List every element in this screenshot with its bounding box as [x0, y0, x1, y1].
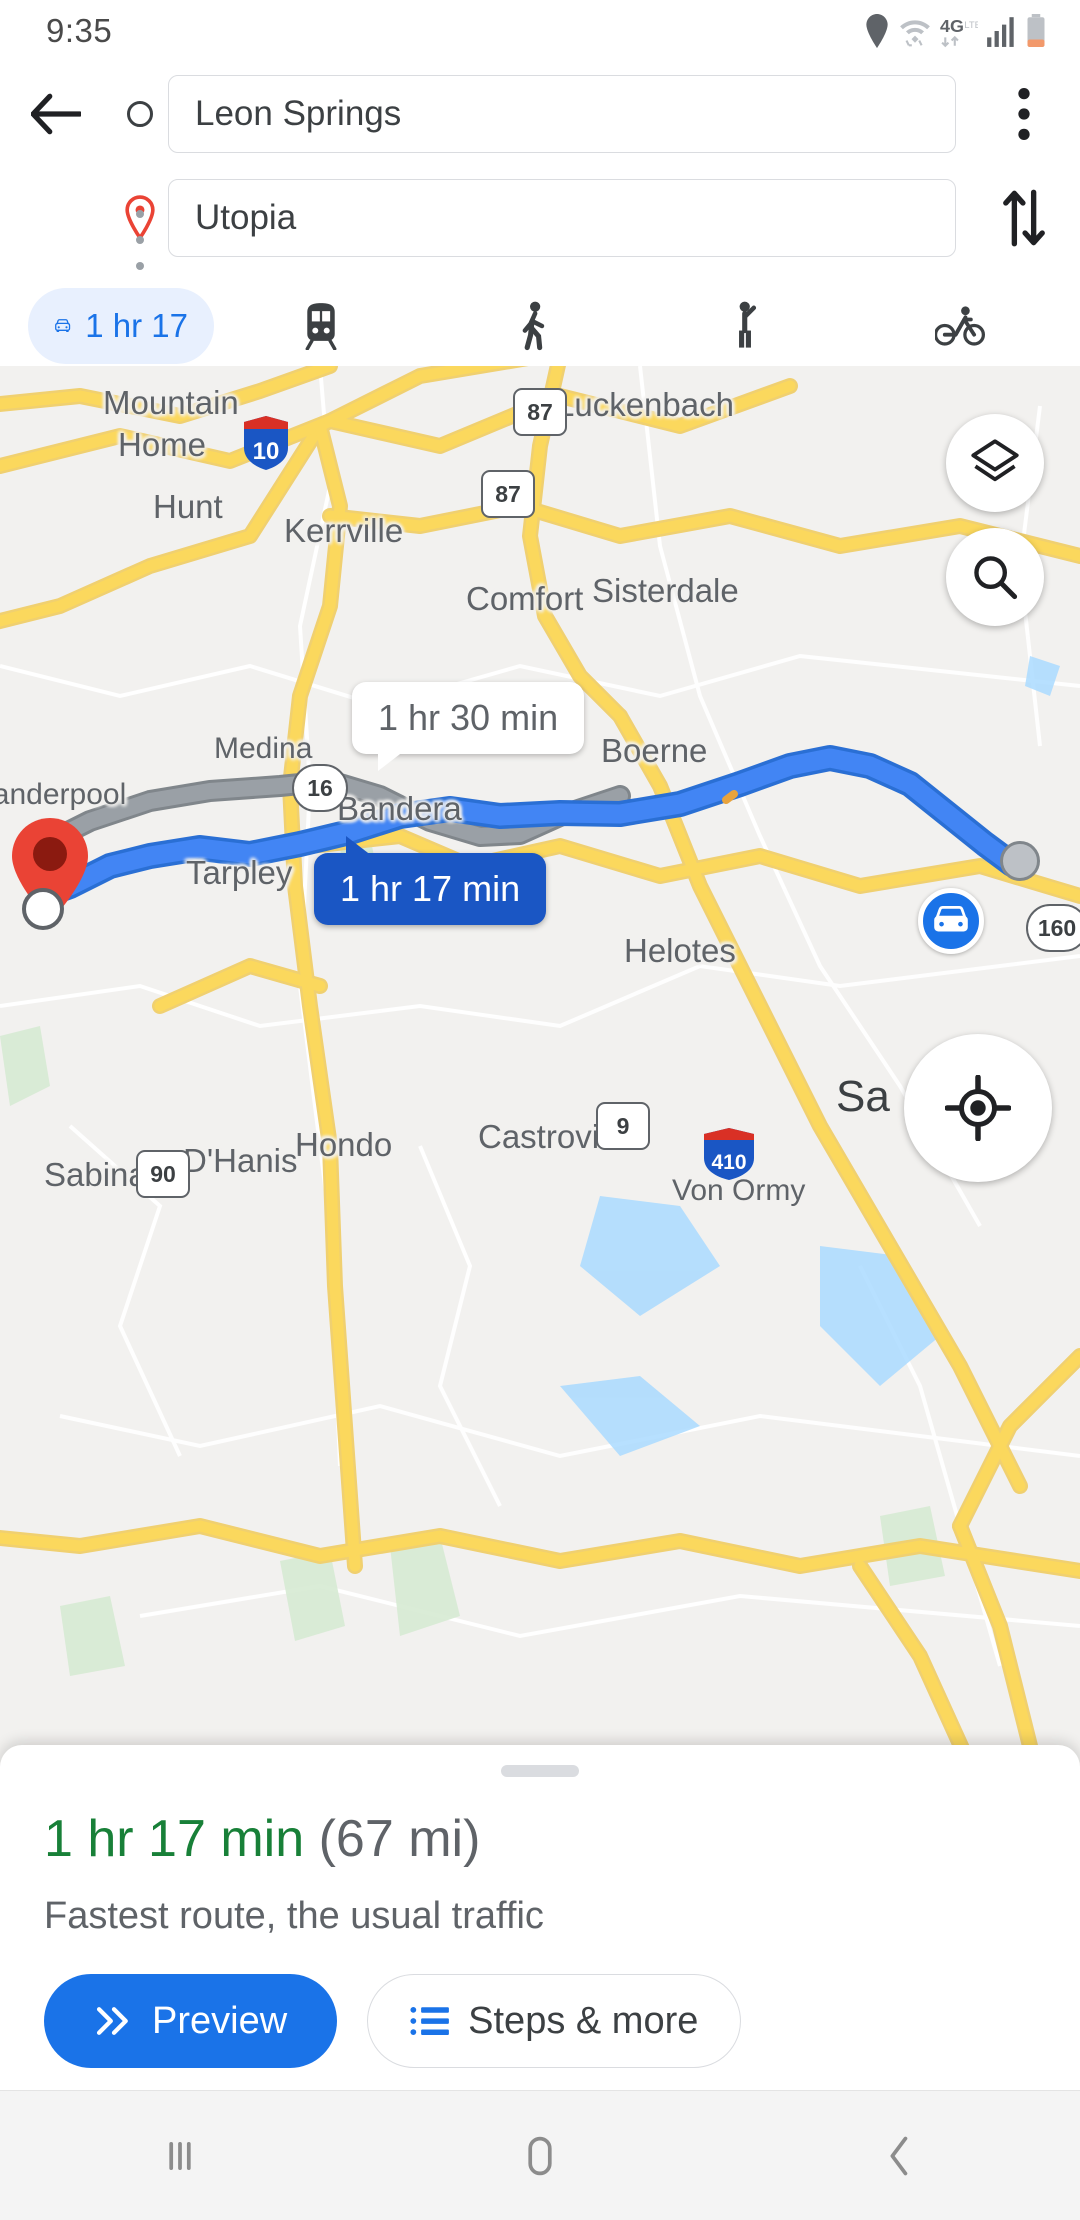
origin-row: Leon Springs [0, 62, 1080, 166]
sheet-drag-handle[interactable] [501, 1765, 579, 1777]
preview-button-label: Preview [152, 1999, 288, 2042]
origin-marker [112, 101, 168, 127]
bicycle-icon [934, 306, 985, 346]
route-dots-connector [112, 210, 168, 270]
location-icon [866, 14, 888, 48]
steps-and-more-button[interactable]: Steps & more [367, 1974, 742, 2068]
svg-text:10: 10 [253, 438, 280, 465]
route-actions: Preview Steps & more [44, 1974, 1036, 2068]
android-nav-bar [0, 2090, 1080, 2220]
wifi-icon [900, 20, 930, 47]
nav-back-button[interactable] [720, 2132, 1080, 2180]
status-bar: 9:35 4G LTE [0, 0, 1080, 62]
route-callout-primary[interactable]: 1 hr 17 min [314, 836, 547, 925]
travel-mode-driving-label: 1 hr 17 [85, 307, 188, 344]
status-time: 9:35 [46, 12, 113, 49]
shield-us-87-south: 87 [481, 470, 535, 518]
shield-us-87-north: 87 [513, 388, 567, 436]
origin-input[interactable]: Leon Springs [168, 75, 956, 153]
train-icon [305, 303, 336, 350]
route-callout-alternate[interactable]: 1 hr 30 min [352, 682, 585, 771]
svg-text:410: 410 [711, 1151, 746, 1174]
walking-icon [522, 301, 544, 351]
4g-icon: 4G LTE [940, 16, 978, 48]
route-description: Fastest route, the usual traffic [44, 1895, 544, 1937]
shield-interstate-410: 410 [700, 1126, 758, 1182]
travel-mode-driving[interactable]: 1 hr 17 [28, 288, 214, 364]
travel-mode-walking[interactable] [427, 288, 640, 364]
svg-text:LTE: LTE [964, 20, 978, 31]
overflow-menu-icon [1018, 88, 1030, 140]
shield-us-90-west: 90 [136, 1150, 190, 1198]
travel-mode-transit[interactable] [214, 288, 427, 364]
steps-and-more-button-label: Steps & more [468, 1999, 699, 2042]
my-location-button[interactable] [904, 1034, 1052, 1182]
route-endpoint-marker [22, 888, 64, 930]
car-icon [934, 905, 968, 932]
route-eta-line: 1 hr 17 min (67 mi) [44, 1809, 1036, 1869]
home-button[interactable] [360, 2131, 720, 2181]
travel-mode-rideshare[interactable] [640, 288, 853, 364]
destination-input[interactable]: Utopia [168, 179, 956, 257]
double-chevron-right-icon [96, 2007, 128, 2035]
my-location-icon [945, 1075, 1011, 1141]
swap-vertical-icon [1003, 189, 1045, 247]
rideshare-icon [738, 301, 756, 348]
origin-circle-icon [127, 101, 153, 127]
nav-back-icon [890, 2136, 908, 2175]
travel-mode-cycling[interactable] [853, 288, 1066, 364]
status-icons: 4G LTE [864, 14, 1046, 48]
overflow-menu-button[interactable] [968, 88, 1080, 140]
route-waypoint-marker [1000, 841, 1040, 881]
recents-button[interactable] [0, 2134, 360, 2178]
car-icon [55, 319, 71, 333]
travel-mode-tabs: 1 hr 17 [0, 278, 1080, 374]
svg-text:4G: 4G [940, 16, 964, 36]
car-position-marker[interactable] [918, 888, 984, 954]
route-callout-primary-label: 1 hr 17 min [340, 868, 521, 909]
back-arrow-icon [31, 93, 81, 135]
home-icon [528, 2136, 552, 2175]
list-icon [410, 2007, 450, 2035]
route-eta-time: 1 hr 17 min [44, 1810, 305, 1868]
route-eta-distance: (67 mi) [318, 1810, 481, 1868]
back-button[interactable] [0, 92, 112, 136]
recents-icon [169, 2141, 191, 2170]
directions-header: Leon Springs Utopia [0, 62, 1080, 278]
map-layers-button[interactable] [946, 414, 1044, 512]
route-summary-sheet: 1 hr 17 min (67 mi) Fastest route, the u… [0, 1745, 1080, 2090]
signal-icon [987, 17, 1014, 47]
search-icon [974, 556, 1018, 600]
layers-icon [971, 439, 1019, 482]
battery-icon [1027, 14, 1045, 47]
swap-button[interactable] [968, 188, 1080, 248]
shield-interstate-10: 10 [240, 414, 292, 472]
shield-loop-1604: 160 [1026, 904, 1080, 952]
preview-button[interactable]: Preview [44, 1974, 338, 2068]
shield-state-16: 16 [292, 764, 348, 812]
map-search-button[interactable] [946, 528, 1044, 626]
shield-us-90-east: 9 [596, 1102, 650, 1150]
route-callout-alternate-label: 1 hr 30 min [378, 697, 559, 738]
